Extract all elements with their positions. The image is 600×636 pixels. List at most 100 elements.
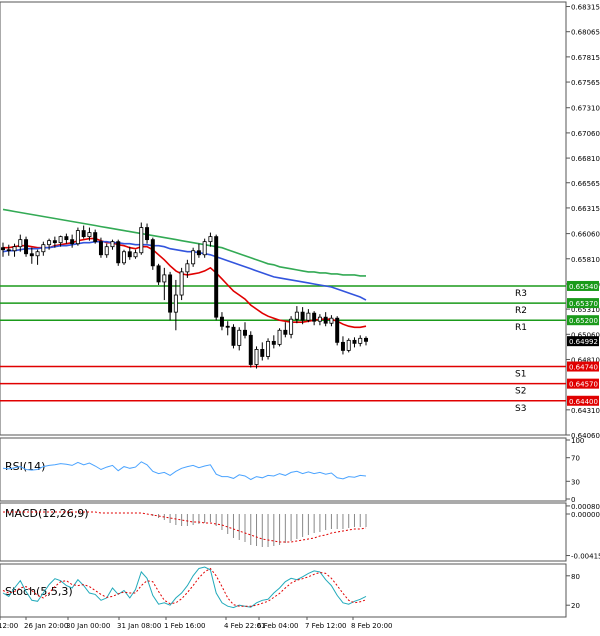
candle-body: [248, 334, 253, 365]
level-tag-label-s1: 0.64740: [569, 364, 598, 372]
candle-body: [81, 230, 86, 238]
candle-body: [254, 349, 259, 365]
candle-body: [139, 227, 144, 254]
macd-title: MACD(12,26,9): [5, 507, 89, 520]
level-tag-label-r2: 0.65370: [569, 300, 598, 308]
time-tick-label: 26 Jan 20:00: [24, 622, 68, 630]
candle-body: [340, 341, 345, 351]
price-tick-label: 0.64310: [571, 407, 600, 415]
macd-axis: 0.0008070.000000 -0.004154: [566, 503, 600, 561]
candle-body: [364, 337, 368, 342]
time-tick-label: 30 Jan 00:00: [66, 622, 110, 630]
candle-body: [312, 312, 317, 322]
candle-body: [219, 316, 224, 327]
level-name-s2: S2: [515, 387, 526, 397]
price-tick-label: 0.67815: [571, 54, 600, 62]
level-tag-label-s3: 0.64400: [569, 398, 598, 406]
macd-tick-label: -0.004154: [571, 553, 600, 561]
price-tick-label: 0.66810: [571, 155, 600, 163]
macd-tick-label: 0.000807: [571, 503, 600, 511]
candle-body: [214, 236, 219, 318]
candle-body: [289, 318, 294, 335]
rsi-tick-label: 70: [571, 455, 580, 463]
candle-body: [145, 227, 150, 241]
candle-body: [93, 232, 98, 243]
candle-body: [196, 250, 201, 256]
price-axis: 0.68315 0.68065 0.67815 0.67565 0.67310 0.670…: [566, 4, 600, 440]
macd-panel: MACD(12,26,9) 0.0008070.000000 -0.004154: [0, 502, 600, 562]
candle-body: [294, 311, 299, 320]
candle-body: [24, 239, 29, 255]
candle-body: [75, 230, 80, 245]
price-tick-label: 0.66315: [571, 205, 600, 213]
candle-body: [208, 236, 213, 243]
candle-body: [64, 236, 69, 241]
price-tick-label: 0.68315: [571, 4, 600, 12]
candle-body: [266, 340, 271, 357]
rsi-tick-label: 100: [571, 437, 584, 445]
price-tick-label: 0.67565: [571, 79, 600, 87]
candle-body: [58, 236, 63, 244]
candle-body: [70, 239, 75, 245]
last-price-label: 0.64992: [569, 338, 598, 346]
candle-body: [202, 241, 207, 256]
time-tick-label: 31 Jan 08:00: [117, 622, 161, 630]
candle-body: [150, 239, 155, 267]
candle-body: [156, 265, 161, 283]
price-tick-label: 0.65810: [571, 256, 600, 264]
candle-body: [260, 349, 265, 357]
candle-body: [335, 317, 340, 343]
time-tick-label: 12:00: [0, 622, 18, 630]
stoch-axis: 80 20: [566, 573, 580, 610]
candle-body: [35, 251, 40, 257]
price-tick-label: 0.66060: [571, 231, 600, 239]
level-name-s1: S1: [515, 370, 526, 380]
candle-body: [277, 329, 282, 345]
candle-body: [358, 337, 363, 344]
macd-tick-label: 0.000000: [571, 511, 600, 519]
candle-body: [329, 317, 334, 324]
candle-body: [323, 316, 328, 324]
candle-body: [18, 239, 23, 248]
candle-body: [87, 232, 92, 238]
candle-body: [116, 241, 121, 264]
candle-body: [185, 263, 190, 273]
candle-body: [225, 325, 230, 328]
price-tick-label: 0.68065: [571, 29, 600, 37]
candle-body: [179, 271, 184, 296]
candle-body: [6, 249, 11, 252]
candle-body: [231, 326, 236, 346]
candle-body: [110, 241, 115, 248]
level-tag-label-s2: 0.64570: [569, 381, 598, 389]
time-tick-label: 8 Feb 20:00: [351, 622, 392, 630]
price-panel-frame: [0, 1, 567, 436]
candle-body: [271, 340, 276, 345]
candle-body: [29, 253, 34, 257]
level-name-r2: R2: [515, 306, 527, 316]
time-tick-label: 7 Feb 12:00: [305, 622, 346, 630]
candle-body: [12, 246, 17, 252]
level-name-r1: R1: [515, 323, 527, 333]
level-tag-label-r1: 0.65200: [569, 317, 598, 325]
candle-body: [346, 339, 351, 351]
price-tick-label: 0.67310: [571, 105, 600, 113]
candle-body: [122, 251, 126, 264]
candle-body: [104, 246, 109, 256]
rsi-title: RSI(14): [5, 460, 45, 473]
stoch-panel: Stoch(5,5,3) 8020: [0, 563, 580, 618]
stoch-tick-label: 80: [571, 573, 580, 581]
candle-body: [173, 294, 178, 313]
last-price-tag: 0.64992: [567, 336, 599, 347]
candle-body: [52, 240, 57, 244]
candle-body: [47, 240, 52, 246]
price-tick-label: 0.67060: [571, 130, 600, 138]
candle-body: [306, 312, 311, 321]
candle-body: [127, 251, 132, 258]
candle-body: [317, 316, 322, 322]
candle-body: [191, 250, 196, 265]
level-tag-label-r3: 0.65540: [569, 283, 598, 291]
rsi-axis: 10070300: [566, 437, 584, 504]
time-axis: 12:00 26 Jan 20:0030 Jan 00:00 31 Jan 08:0…: [0, 617, 392, 630]
price-tick-label: 0.66565: [571, 180, 600, 188]
candle-body: [243, 329, 247, 336]
